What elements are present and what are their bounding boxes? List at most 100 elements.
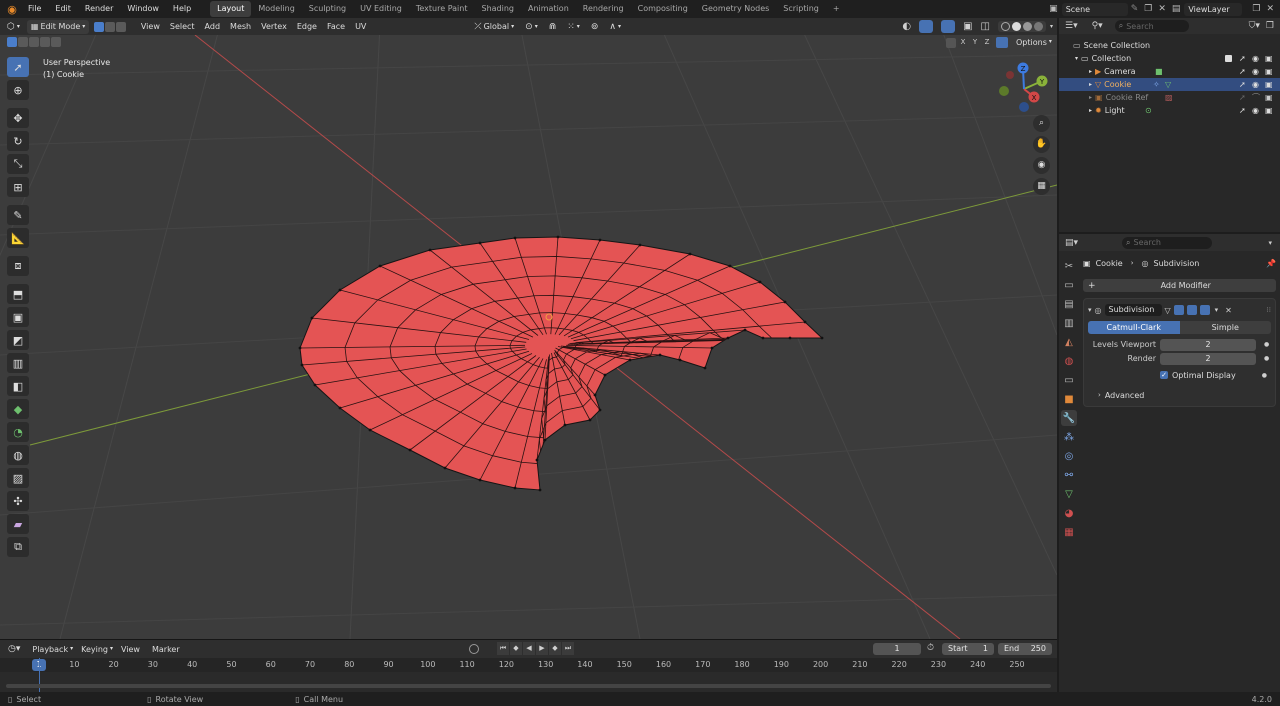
menu-add[interactable]: Add <box>200 18 226 35</box>
mesh-vertex[interactable] <box>803 320 807 324</box>
delete-scene-icon[interactable]: ✕ <box>1158 4 1166 14</box>
options-button[interactable]: Options ▾ <box>1016 38 1052 47</box>
shading-options-icon[interactable]: ▾ <box>1050 23 1053 30</box>
select-arrow-icon[interactable]: ➚ <box>1239 91 1246 104</box>
menu-help[interactable]: Help <box>166 0 198 18</box>
timeline-editor-icon[interactable]: ◷▾ <box>8 644 20 654</box>
tool-extrude[interactable]: ⬒ <box>7 284 29 304</box>
simple-option[interactable]: Simple <box>1179 321 1271 334</box>
menu-render[interactable]: Render <box>78 0 120 18</box>
tool-measure[interactable]: 📐 <box>7 228 29 248</box>
eye-icon[interactable]: ◉ <box>1252 65 1259 78</box>
chevron-down-icon[interactable]: ▾ <box>1268 239 1272 247</box>
mesh-vertex[interactable] <box>638 243 642 247</box>
tab-rendering[interactable]: Rendering <box>576 1 631 17</box>
display-mode-icon[interactable]: ⚲▾ <box>1092 21 1103 31</box>
navigation-gizmo[interactable]: Y X Z <box>996 57 1056 117</box>
mesh-vertex[interactable] <box>783 300 787 304</box>
viewlayer-selector[interactable]: ViewLayer <box>1184 2 1243 16</box>
mesh-vertex[interactable] <box>758 280 762 284</box>
eye-icon[interactable]: ◉ <box>1252 52 1259 65</box>
gizmo-toggle-icon[interactable] <box>919 20 934 33</box>
chevron-right-icon[interactable]: ▸ <box>1089 78 1092 91</box>
chevron-down-icon[interactable]: ▾ <box>1215 306 1219 314</box>
select-arrow-icon[interactable]: ➚ <box>1239 104 1246 117</box>
modifier-tab-icon[interactable]: 🔧 <box>1061 410 1077 426</box>
auto-merge-icon[interactable] <box>996 37 1008 48</box>
properties-editor-icon[interactable]: ▤▾ <box>1065 238 1078 248</box>
mesh-vertex[interactable] <box>300 363 304 367</box>
viewport-display-icon[interactable] <box>1186 305 1197 315</box>
mirror-icon[interactable] <box>946 37 956 48</box>
tool-rotate[interactable]: ↻ <box>7 131 29 151</box>
xray-toggle-icon[interactable]: ◫ <box>981 21 990 32</box>
jump-start-icon[interactable]: ⏮ <box>497 642 509 655</box>
tool-poly-build[interactable]: ◆ <box>7 399 29 419</box>
current-frame-field[interactable]: 1 <box>873 643 921 655</box>
menu-uv[interactable]: UV <box>350 18 371 35</box>
tool-transform[interactable]: ⊞ <box>7 177 29 197</box>
play-icon[interactable]: ▶ <box>536 642 548 655</box>
camera-render-icon[interactable]: ▣ <box>1265 52 1273 65</box>
select-intersect-icon[interactable] <box>51 37 61 47</box>
texture-tab-icon[interactable]: ▦ <box>1061 524 1077 540</box>
physics-tab-icon[interactable]: ◎ <box>1061 448 1077 464</box>
editor-type-button[interactable]: ⬡ ▾ <box>3 20 24 34</box>
catmull-clark-option[interactable]: Catmull-Clark <box>1088 321 1180 334</box>
camera-render-icon[interactable]: ▣ <box>1265 104 1273 117</box>
chevron-right-icon[interactable]: ▸ <box>1089 104 1092 117</box>
end-frame-field[interactable]: End 250 <box>998 643 1052 655</box>
mesh-vertex[interactable] <box>743 328 747 332</box>
outliner-item-light[interactable]: ▸ ✹ Light ⊙ ➚ ◉ ▣ <box>1059 104 1280 117</box>
mesh-vertex[interactable] <box>788 336 792 340</box>
solid-shading-icon[interactable] <box>1011 22 1021 31</box>
tool-rip[interactable]: ⧉ <box>7 537 29 557</box>
axis-y-toggle[interactable]: Y <box>970 37 980 48</box>
mesh-vertex[interactable] <box>478 241 482 245</box>
mesh-edit-overlays-icon[interactable]: ▣ <box>963 21 972 32</box>
new-collection-icon[interactable]: ❐ <box>1266 21 1274 31</box>
on-cage-icon[interactable]: ▽ <box>1165 306 1171 315</box>
scene-selector[interactable]: Scene <box>1061 2 1128 16</box>
mesh-vertex[interactable] <box>710 346 714 350</box>
tool-scale[interactable]: ⤡ <box>7 154 29 174</box>
outliner-collection[interactable]: ▾ ▭ Collection ➚ ◉ ▣ <box>1059 52 1280 65</box>
tool-bevel[interactable]: ◩ <box>7 330 29 350</box>
mesh-vertex[interactable] <box>563 423 567 427</box>
mesh-vertex[interactable] <box>556 235 560 239</box>
mode-selector[interactable]: ▦ Edit Mode ▾ <box>26 19 89 34</box>
data-tab-icon[interactable]: ▽ <box>1061 486 1077 502</box>
tool-move[interactable]: ✥ <box>7 108 29 128</box>
tool-select[interactable]: ➚ <box>7 57 29 77</box>
snap-target-button[interactable]: ⁙ ▾ <box>563 20 584 34</box>
render-tab-icon[interactable]: ▭ <box>1061 277 1077 293</box>
filter-icon[interactable]: ⛉▾ <box>1249 21 1260 31</box>
tool-select-box[interactable] <box>7 37 61 47</box>
levels-viewport-field[interactable]: 2 <box>1160 338 1256 351</box>
mesh-vertex[interactable] <box>310 316 314 320</box>
menu-face[interactable]: Face <box>322 18 350 35</box>
visibility-icon[interactable]: ◐ <box>902 21 911 32</box>
tab-texture-paint[interactable]: Texture Paint <box>409 1 475 17</box>
tool-cursor[interactable]: ⊕ <box>7 80 29 100</box>
mesh-vertex[interactable] <box>298 346 302 350</box>
collection-checkbox[interactable] <box>1225 55 1232 62</box>
menu-edit[interactable]: Edit <box>48 0 78 18</box>
chevron-down-icon[interactable]: ▾ <box>1075 52 1078 65</box>
object-tab-icon[interactable]: ■ <box>1061 391 1077 407</box>
keyframe-dot-icon[interactable]: ● <box>1262 372 1267 379</box>
outliner-editor-icon[interactable]: ☰▾ <box>1065 21 1078 31</box>
blender-logo-icon[interactable]: ◉ <box>3 0 21 18</box>
tab-compositing[interactable]: Compositing <box>631 1 695 17</box>
outliner-item-cookie-ref[interactable]: ▸ ▣ Cookie Ref ▨ ➚ ⌒ ▣ <box>1059 91 1280 104</box>
face-select-icon[interactable] <box>115 21 126 32</box>
close-icon[interactable]: ✕ <box>1225 306 1232 315</box>
tab-layout[interactable]: Layout <box>210 1 252 17</box>
tool-annotate[interactable]: ✎ <box>7 205 29 225</box>
timeline-scrollbar[interactable] <box>6 684 1051 688</box>
overlays-toggle-icon[interactable] <box>941 20 956 33</box>
mesh-vertex[interactable] <box>538 488 542 492</box>
mesh-vertex[interactable] <box>428 248 432 252</box>
menu-timeline-view[interactable]: View <box>121 645 140 654</box>
menu-view[interactable]: View <box>136 18 165 35</box>
